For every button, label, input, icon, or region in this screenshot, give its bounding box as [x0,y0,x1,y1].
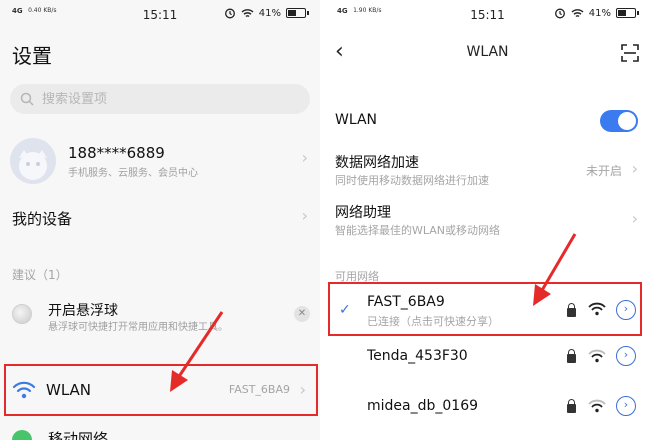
search-input[interactable] [42,91,242,107]
network-item-tenda[interactable]: Tenda_453F30 › [325,336,650,388]
lock-icon [567,349,576,363]
my-devices-item[interactable]: 我的设备 [12,208,72,229]
wifi-signal-icon [588,302,606,316]
alarm-icon [224,8,235,19]
status-bar: 4G 0.40 KB/s 15:11 41% [0,0,320,30]
settings-screen: 4G 0.40 KB/s 15:11 41% 设置 188****6889 手机… [0,0,320,440]
network-assistant-row[interactable]: 网络助理 智能选择最佳的WLAN或移动网络 › [325,200,650,240]
search-icon [20,92,34,106]
lock-icon [567,399,576,413]
account-row[interactable]: 188****6889 手机服务、云服务、会员中心 › [0,130,320,192]
wlan-label: WLAN [46,381,92,399]
network-name: Tenda_453F30 [367,348,468,364]
wifi-status-icon [571,8,584,17]
network-name: FAST_6BA9 [367,294,445,310]
float-ball-suggestion[interactable]: 开启悬浮球 悬浮球可快捷打开常用应用和快捷工具。 ✕ [0,296,320,342]
float-ball-subtitle: 悬浮球可快捷打开常用应用和快捷工具。 [48,322,228,333]
lock-icon [567,303,576,317]
scan-icon[interactable] [620,43,640,63]
network-item-fast[interactable]: FAST_6BA9 已连接（点击可快速分享） › [325,284,650,336]
status-icons: 41% [224,7,309,19]
battery-percent: 41% [258,7,281,19]
battery-icon [286,8,309,18]
top-bar: ‹ WLAN [325,36,650,70]
close-icon[interactable]: ✕ [294,306,310,322]
data-accel-value: 未开启 [585,164,622,178]
wlan-screen: 4G 1.90 KB/s 15:11 41% ‹ WLAN WLAN 数据网络加… [325,0,650,440]
battery-icon [616,8,639,18]
wifi-signal-icon [588,399,606,413]
status-bar: 4G 1.90 KB/s 15:11 41% [325,0,650,30]
suggestion-section-label: 建议（1） [12,268,68,282]
network-name: midea_db_0169 [367,398,479,414]
wlan-settings-item[interactable]: WLAN FAST_6BA9 › [4,364,318,416]
mobile-network-item[interactable]: 移动网络 [0,424,320,440]
chevron-right-icon: › [631,209,638,228]
wlan-toggle-switch[interactable] [600,110,638,132]
network-status: 已连接（点击可快速分享） [367,315,499,328]
network-assistant-label: 网络助理 [335,205,391,221]
page-title: 设置 [12,44,52,68]
data-accel-row[interactable]: 数据网络加速 同时使用移动数据网络进行加速 未开启 › [325,150,650,190]
account-subtitle: 手机服务、云服务、会员中心 [68,168,198,179]
mobile-network-icon [12,430,32,440]
network-assistant-subtitle: 智能选择最佳的WLAN或移动网络 [335,224,501,237]
chevron-right-icon: › [631,159,638,178]
info-icon[interactable]: › [616,300,636,320]
wlan-toggle-label: WLAN [335,112,378,128]
chevron-right-icon: › [301,206,308,225]
data-accel-subtitle: 同时使用移动数据网络进行加速 [335,174,489,187]
info-icon[interactable]: › [616,346,636,366]
page-title: WLAN [466,44,509,60]
battery-percent: 41% [588,7,611,19]
avatar [10,138,56,184]
data-accel-label: 数据网络加速 [335,155,419,171]
status-icons: 41% [554,7,639,19]
account-name: 188****6889 [68,144,165,162]
alarm-icon [554,8,565,19]
wlan-connected-network: FAST_6BA9 [228,383,290,396]
chevron-right-icon: › [301,148,308,167]
info-icon[interactable]: › [616,396,636,416]
mobile-network-label: 移动网络 [48,430,109,440]
wifi-icon [12,381,36,399]
wifi-status-icon [241,8,254,17]
float-ball-icon [12,304,32,324]
network-item-midea[interactable]: midea_db_0169 › [325,388,650,440]
chevron-right-icon: › [299,380,306,399]
search-bar[interactable] [10,84,310,114]
float-ball-title: 开启悬浮球 [48,303,118,319]
wifi-signal-icon [588,349,606,363]
